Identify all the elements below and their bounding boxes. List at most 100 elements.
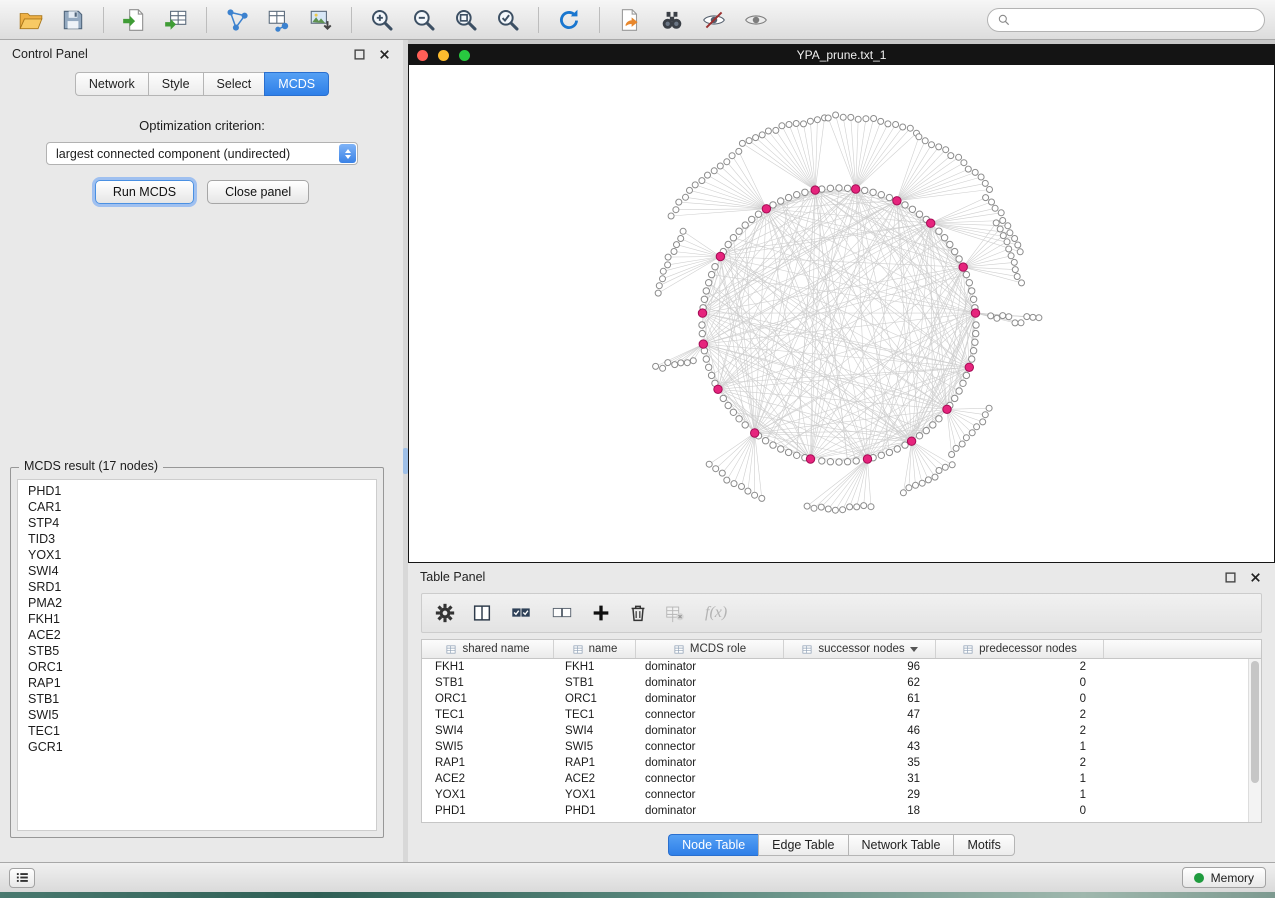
- float-table-panel-icon[interactable]: [1223, 570, 1238, 585]
- show-columns-icon[interactable]: [471, 602, 493, 624]
- save-session-button[interactable]: [55, 4, 91, 36]
- add-column-icon[interactable]: [590, 602, 612, 624]
- mcds-result-node[interactable]: TID3: [22, 531, 376, 547]
- search-input[interactable]: [1017, 13, 1255, 27]
- column-header[interactable]: predecessor nodes: [936, 640, 1104, 658]
- import-table-button[interactable]: [158, 4, 194, 36]
- mcds-result-node[interactable]: STB1: [22, 691, 376, 707]
- close-panel-button[interactable]: Close panel: [207, 180, 309, 204]
- mcds-result-node[interactable]: PMA2: [22, 595, 376, 611]
- control-panel-tab[interactable]: Select: [203, 72, 265, 96]
- new-network-button[interactable]: [219, 4, 255, 36]
- deselect-all-icon[interactable]: [549, 602, 575, 624]
- search-network-button[interactable]: [654, 4, 690, 36]
- memory-button[interactable]: Memory: [1182, 867, 1266, 888]
- table-tab[interactable]: Node Table: [668, 834, 758, 856]
- mcds-result-node[interactable]: ACE2: [22, 627, 376, 643]
- zoom-in-button[interactable]: [364, 4, 400, 36]
- memory-label: Memory: [1211, 871, 1254, 885]
- table-row[interactable]: SWI5 SWI5 connector 43 1: [422, 739, 1248, 755]
- network-canvas[interactable]: [409, 65, 1274, 562]
- mcds-result-node[interactable]: GCR1: [22, 739, 376, 755]
- mcds-result-node[interactable]: RAP1: [22, 675, 376, 691]
- mcds-result-node[interactable]: YOX1: [22, 547, 376, 563]
- table-tab[interactable]: Edge Table: [758, 834, 847, 856]
- refresh-icon: [556, 7, 582, 33]
- column-header[interactable]: successor nodes: [784, 640, 936, 658]
- column-type-icon: [445, 644, 457, 655]
- status-menu-button[interactable]: [9, 868, 35, 888]
- zoom-selected-button[interactable]: [490, 4, 526, 36]
- table-tab[interactable]: Motifs: [953, 834, 1014, 856]
- table-row[interactable]: RAP1 RAP1 dominator 35 2: [422, 755, 1248, 771]
- mcds-result-node[interactable]: PHD1: [22, 483, 376, 499]
- close-panel-icon[interactable]: [377, 47, 392, 62]
- table-row[interactable]: ACE2 ACE2 connector 31 1: [422, 771, 1248, 787]
- mcds-result-node[interactable]: STP4: [22, 515, 376, 531]
- column-type-icon: [801, 644, 813, 655]
- window-minimize-button[interactable]: [438, 50, 449, 61]
- run-mcds-button[interactable]: Run MCDS: [95, 180, 194, 204]
- search-box[interactable]: [987, 8, 1265, 32]
- delete-column-icon[interactable]: [627, 602, 649, 624]
- window-zoom-button[interactable]: [459, 50, 470, 61]
- show-details-button[interactable]: [738, 4, 774, 36]
- open-session-button[interactable]: [13, 4, 49, 36]
- table-row[interactable]: FKH1 FKH1 dominator 96 2: [422, 659, 1248, 675]
- import-file-button[interactable]: [116, 4, 152, 36]
- toolbar-separator: [538, 7, 539, 33]
- table-row[interactable]: PHD1 PHD1 dominator 18 0: [422, 803, 1248, 819]
- table-row[interactable]: YOX1 YOX1 connector 29 1: [422, 787, 1248, 803]
- table-row[interactable]: ORC1 ORC1 dominator 61 0: [422, 691, 1248, 707]
- table-panel: Table Panel f(x) shared name name: [408, 563, 1275, 862]
- mcds-result-title: MCDS result (17 nodes): [19, 459, 163, 473]
- criterion-select[interactable]: largest connected component (undirected): [46, 142, 358, 165]
- table-scrollbar[interactable]: [1248, 659, 1261, 822]
- export-document-button[interactable]: [612, 4, 648, 36]
- criterion-selected-value: largest connected component (undirected): [56, 147, 290, 161]
- mcds-result-node[interactable]: SWI5: [22, 707, 376, 723]
- float-panel-icon[interactable]: [352, 47, 367, 62]
- mcds-result-node[interactable]: FKH1: [22, 611, 376, 627]
- scrollbar-thumb[interactable]: [1251, 661, 1259, 783]
- window-traffic-lights: [417, 50, 470, 61]
- export-image-button[interactable]: [303, 4, 339, 36]
- table-row[interactable]: TEC1 TEC1 connector 47 2: [422, 707, 1248, 723]
- zoom-out-button[interactable]: [406, 4, 442, 36]
- column-header[interactable]: name: [554, 640, 636, 658]
- mcds-result-node[interactable]: CAR1: [22, 499, 376, 515]
- hide-details-button[interactable]: [696, 4, 732, 36]
- table-row[interactable]: SWI4 SWI4 dominator 46 2: [422, 723, 1248, 739]
- import-file-icon: [121, 7, 147, 33]
- column-header[interactable]: shared name: [422, 640, 554, 658]
- table-panel-header: Table Panel: [408, 563, 1275, 591]
- mcds-result-node[interactable]: SWI4: [22, 563, 376, 579]
- function-builder-label: f(x): [705, 604, 727, 622]
- export-image-icon: [308, 7, 334, 33]
- new-table-icon: [266, 7, 292, 33]
- mcds-result-node[interactable]: STB5: [22, 643, 376, 659]
- status-bar: Memory: [0, 862, 1275, 892]
- refresh-button[interactable]: [551, 4, 587, 36]
- column-header[interactable]: MCDS role: [636, 640, 784, 658]
- table-tab[interactable]: Network Table: [848, 834, 954, 856]
- control-panel-tab[interactable]: Network: [75, 72, 148, 96]
- new-table-button[interactable]: [261, 4, 297, 36]
- network-window-titlebar: YPA_prune.txt_1: [409, 45, 1274, 65]
- zoom-in-icon: [369, 7, 395, 33]
- main-toolbar: [0, 0, 1275, 40]
- table-settings-icon[interactable]: [434, 602, 456, 624]
- table-tabs: Node TableEdge TableNetwork TableMotifs: [408, 834, 1275, 856]
- control-panel-tab[interactable]: Style: [148, 72, 203, 96]
- mcds-actions: Run MCDS Close panel: [0, 180, 404, 204]
- mcds-result-node[interactable]: SRD1: [22, 579, 376, 595]
- table-row[interactable]: STB1 STB1 dominator 62 0: [422, 675, 1248, 691]
- select-all-icon[interactable]: [508, 602, 534, 624]
- window-close-button[interactable]: [417, 50, 428, 61]
- zoom-fit-button[interactable]: [448, 4, 484, 36]
- control-panel-tab[interactable]: MCDS: [264, 72, 329, 96]
- mcds-result-group: MCDS result (17 nodes) PHD1CAR1STP4TID3Y…: [10, 467, 384, 838]
- mcds-result-node[interactable]: TEC1: [22, 723, 376, 739]
- close-table-panel-icon[interactable]: [1248, 570, 1263, 585]
- mcds-result-node[interactable]: ORC1: [22, 659, 376, 675]
